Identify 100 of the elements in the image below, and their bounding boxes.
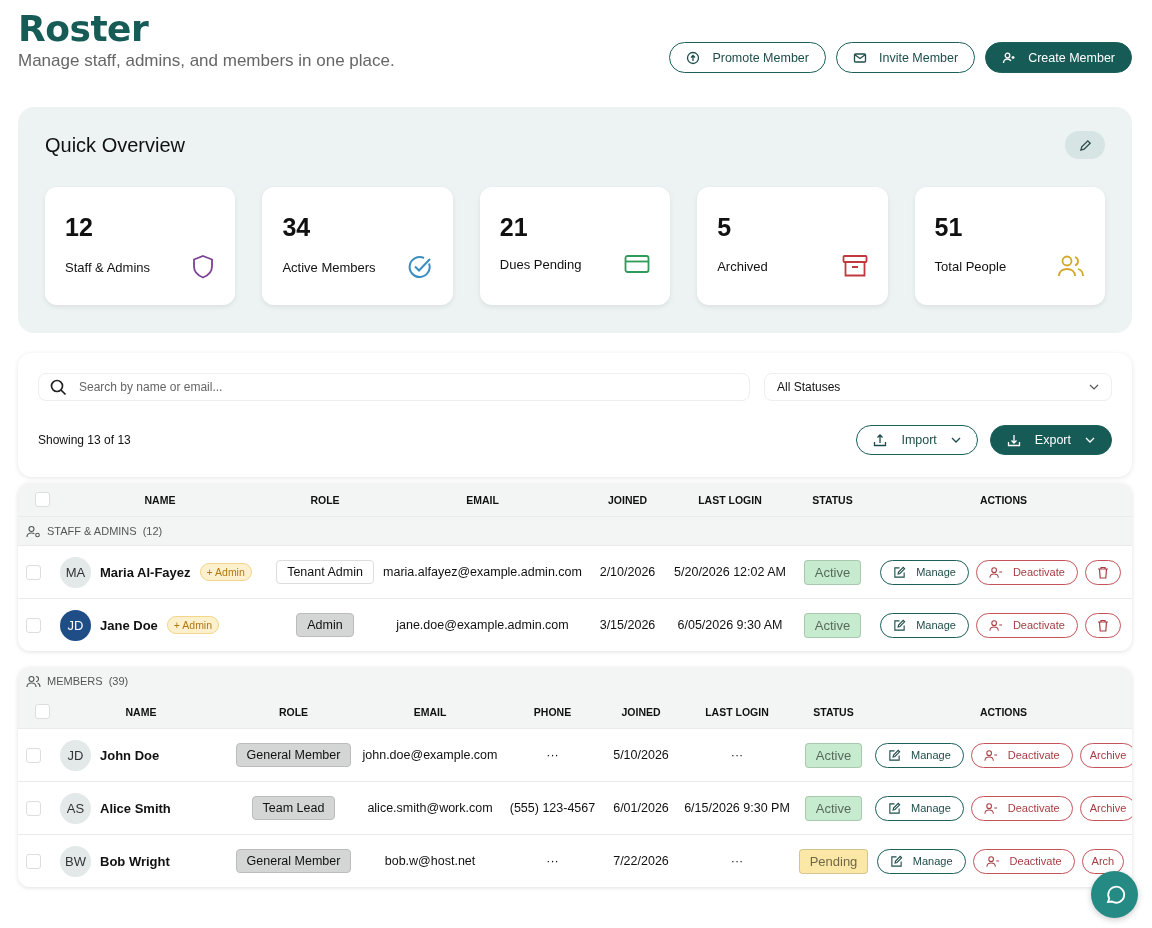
email-cell-text: john.doe@example.com xyxy=(361,748,499,762)
add-person-icon xyxy=(1002,50,1017,65)
remove-person-icon xyxy=(983,748,998,762)
avatar: AS xyxy=(60,792,91,824)
role-tag: Team Lead xyxy=(251,796,336,820)
phone-cell-text: ··· xyxy=(545,748,560,762)
last-login-cell-text: 6/05/2026 9:30 AM xyxy=(676,618,784,632)
status-tag: Active xyxy=(804,742,863,768)
archive-button[interactable]: Archive xyxy=(1079,742,1132,768)
member-name: Maria Al-Fayez xyxy=(100,564,191,580)
avatar: BW xyxy=(60,845,91,877)
edit-icon xyxy=(888,748,901,762)
export-button[interactable]: Export xyxy=(989,425,1112,455)
avatar: JD xyxy=(60,609,91,641)
stat-label: Total People xyxy=(934,258,1007,274)
row-checkbox[interactable] xyxy=(26,747,41,763)
delete-button[interactable] xyxy=(1084,559,1121,585)
status-tag: Pending xyxy=(798,848,869,874)
stat-value: 34 xyxy=(282,213,312,242)
stat-label: Archived xyxy=(717,258,768,274)
chat-button[interactable] xyxy=(1091,871,1138,918)
row-checkbox[interactable] xyxy=(26,800,41,816)
envelope-icon xyxy=(852,50,867,65)
column-header: ACTIONS xyxy=(978,493,1029,506)
manage-button[interactable]: Manage xyxy=(875,742,964,768)
create-member-button[interactable]: Create Member xyxy=(985,42,1132,73)
deactivate-button[interactable]: Deactivate xyxy=(975,559,1078,585)
select-all-checkbox[interactable] xyxy=(35,704,50,719)
deactivate-button[interactable]: Deactivate xyxy=(970,795,1073,821)
edit-icon xyxy=(893,618,907,632)
remove-person-icon xyxy=(985,854,1000,868)
joined-cell-text: 5/10/2026 xyxy=(612,748,670,762)
overview-title: Quick Overview xyxy=(45,133,186,157)
manage-button[interactable]: Manage xyxy=(875,795,964,821)
column-header: ROLE xyxy=(277,705,310,718)
search-field[interactable]: Search by name or email... xyxy=(38,373,750,401)
column-header: EMAIL xyxy=(412,705,448,718)
column-header: JOINED xyxy=(606,493,649,506)
column-header: NAME xyxy=(124,705,158,718)
stat-value: 51 xyxy=(934,213,964,242)
stat-label: Active Members xyxy=(282,259,376,275)
row-checkbox[interactable] xyxy=(26,853,41,869)
stat-value: 12 xyxy=(65,213,94,242)
admin-tag: + Admin xyxy=(166,616,220,634)
role-tag: Tenant Admin xyxy=(276,560,374,584)
column-header: LAST LOGIN xyxy=(697,493,763,506)
person-gear-icon xyxy=(26,524,41,538)
last-login-cell-text: 5/20/2026 12:02 AM xyxy=(673,565,787,579)
trash-icon xyxy=(1096,565,1109,579)
chevron-down-icon xyxy=(1089,384,1099,390)
chevron-down-icon xyxy=(950,437,961,443)
import-button[interactable]: Import xyxy=(856,425,978,455)
joined-cell-text: 3/15/2026 xyxy=(598,618,657,632)
stat-value: 5 xyxy=(717,213,733,242)
group-label: STAFF & ADMINS xyxy=(47,525,137,537)
email-cell-text: maria.alfayez@example.admin.com xyxy=(382,565,583,579)
status-dropdown[interactable]: All Statuses xyxy=(764,373,1112,401)
email-cell-text: alice.smith@work.com xyxy=(366,801,494,815)
joined-cell-text: 6/01/2026 xyxy=(612,801,670,815)
last-login-cell-text: ··· xyxy=(729,748,745,762)
admin-tag: + Admin xyxy=(199,563,252,581)
column-header: STATUS xyxy=(811,493,854,506)
manage-button[interactable]: Manage xyxy=(880,612,969,638)
remove-person-icon xyxy=(988,565,1003,579)
member-name: Jane Doe xyxy=(100,617,158,633)
delete-button[interactable] xyxy=(1084,612,1121,638)
archive-button[interactable]: Archive xyxy=(1079,795,1132,821)
group-count: (12) xyxy=(142,525,163,537)
member-name: John Doe xyxy=(100,747,160,763)
page-subtitle: Manage staff, admins, and members in one place. xyxy=(18,51,395,71)
stat-label: Dues Pending xyxy=(499,256,582,272)
email-cell-text: bob.w@host.net xyxy=(383,854,477,868)
phone-cell-text: ··· xyxy=(545,854,560,868)
manage-button[interactable]: Manage xyxy=(876,848,966,874)
status-tag: Active xyxy=(804,795,863,821)
deactivate-button[interactable]: Deactivate xyxy=(972,848,1075,874)
trash-icon xyxy=(1096,618,1109,632)
edit-button[interactable] xyxy=(1065,131,1105,159)
select-all-checkbox[interactable] xyxy=(35,492,50,507)
archive-button[interactable]: Arch xyxy=(1081,848,1125,874)
group-label: MEMBERS xyxy=(47,675,103,687)
role-tag: General Member xyxy=(235,743,352,767)
download-icon xyxy=(1006,433,1021,447)
column-header: EMAIL xyxy=(465,493,500,506)
row-checkbox[interactable] xyxy=(26,617,41,633)
manage-button[interactable]: Manage xyxy=(880,559,969,585)
remove-person-icon xyxy=(988,618,1003,632)
promote-member-button[interactable]: Promote Member xyxy=(669,42,826,73)
invite-member-button[interactable]: Invite Member xyxy=(835,42,976,73)
stat-value: 21 xyxy=(499,213,529,242)
row-checkbox[interactable] xyxy=(26,564,41,580)
status-tag: Active xyxy=(803,559,862,585)
avatar: JD xyxy=(60,739,91,771)
edit-icon xyxy=(889,854,903,868)
deactivate-button[interactable]: Deactivate xyxy=(970,742,1073,768)
column-header: STATUS xyxy=(812,705,855,718)
remove-person-icon xyxy=(983,801,998,815)
deactivate-button[interactable]: Deactivate xyxy=(975,612,1078,638)
status-tag: Active xyxy=(803,612,862,638)
result-count: Showing 13 of 13 xyxy=(38,433,131,447)
